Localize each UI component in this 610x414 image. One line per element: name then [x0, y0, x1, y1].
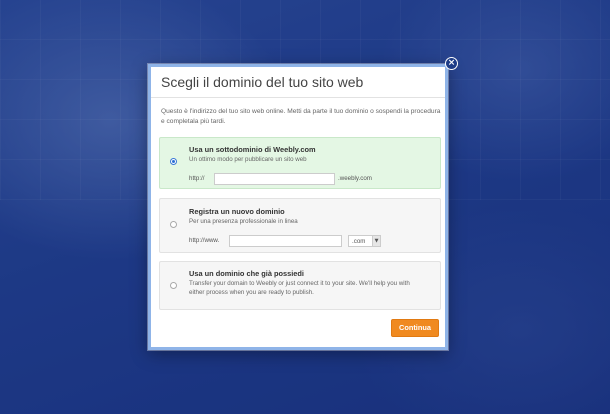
option-subdomain-subtitle: Un ottimo modo per pubblicare un sito we…	[189, 156, 307, 163]
option-own-title: Usa un dominio che già possiedi	[189, 269, 304, 278]
dialog-intro: Questo è l'indirizzo del tuo sito web on…	[161, 108, 441, 125]
subdomain-prefix: http://	[189, 175, 205, 182]
subdomain-suffix: .weebly.com	[338, 175, 372, 182]
chevron-down-icon: ▼	[372, 236, 380, 246]
register-domain-input[interactable]	[229, 235, 342, 247]
close-icon[interactable]: ×	[445, 57, 458, 70]
tld-value: .com	[352, 238, 366, 245]
continue-button[interactable]: Continua	[391, 319, 439, 337]
option-subdomain-title: Usa un sottodominio di Weebly.com	[189, 145, 316, 154]
option-register-domain[interactable]: Registra un nuovo dominio Per una presen…	[159, 198, 441, 253]
radio-subdomain[interactable]	[170, 158, 177, 165]
subdomain-input[interactable]	[214, 173, 335, 185]
option-subdomain[interactable]: Usa un sottodominio di Weebly.com Un ott…	[159, 137, 441, 189]
option-register-subtitle: Per una presenza professionale in linea	[189, 218, 298, 225]
title-divider	[151, 97, 445, 98]
radio-register-domain[interactable]	[170, 221, 177, 228]
domain-dialog: Scegli il dominio del tuo sito web Quest…	[148, 64, 448, 350]
option-own-subtitle: Transfer your domain to Weebly or just c…	[189, 280, 410, 296]
radio-own-domain[interactable]	[170, 282, 177, 289]
option-own-domain[interactable]: Usa un dominio che già possiedi Transfer…	[159, 261, 441, 310]
dialog-title: Scegli il dominio del tuo sito web	[161, 74, 364, 90]
option-register-title: Registra un nuovo dominio	[189, 207, 285, 216]
register-prefix: http://www.	[189, 237, 220, 244]
tld-select[interactable]: .com ▼	[348, 235, 381, 247]
